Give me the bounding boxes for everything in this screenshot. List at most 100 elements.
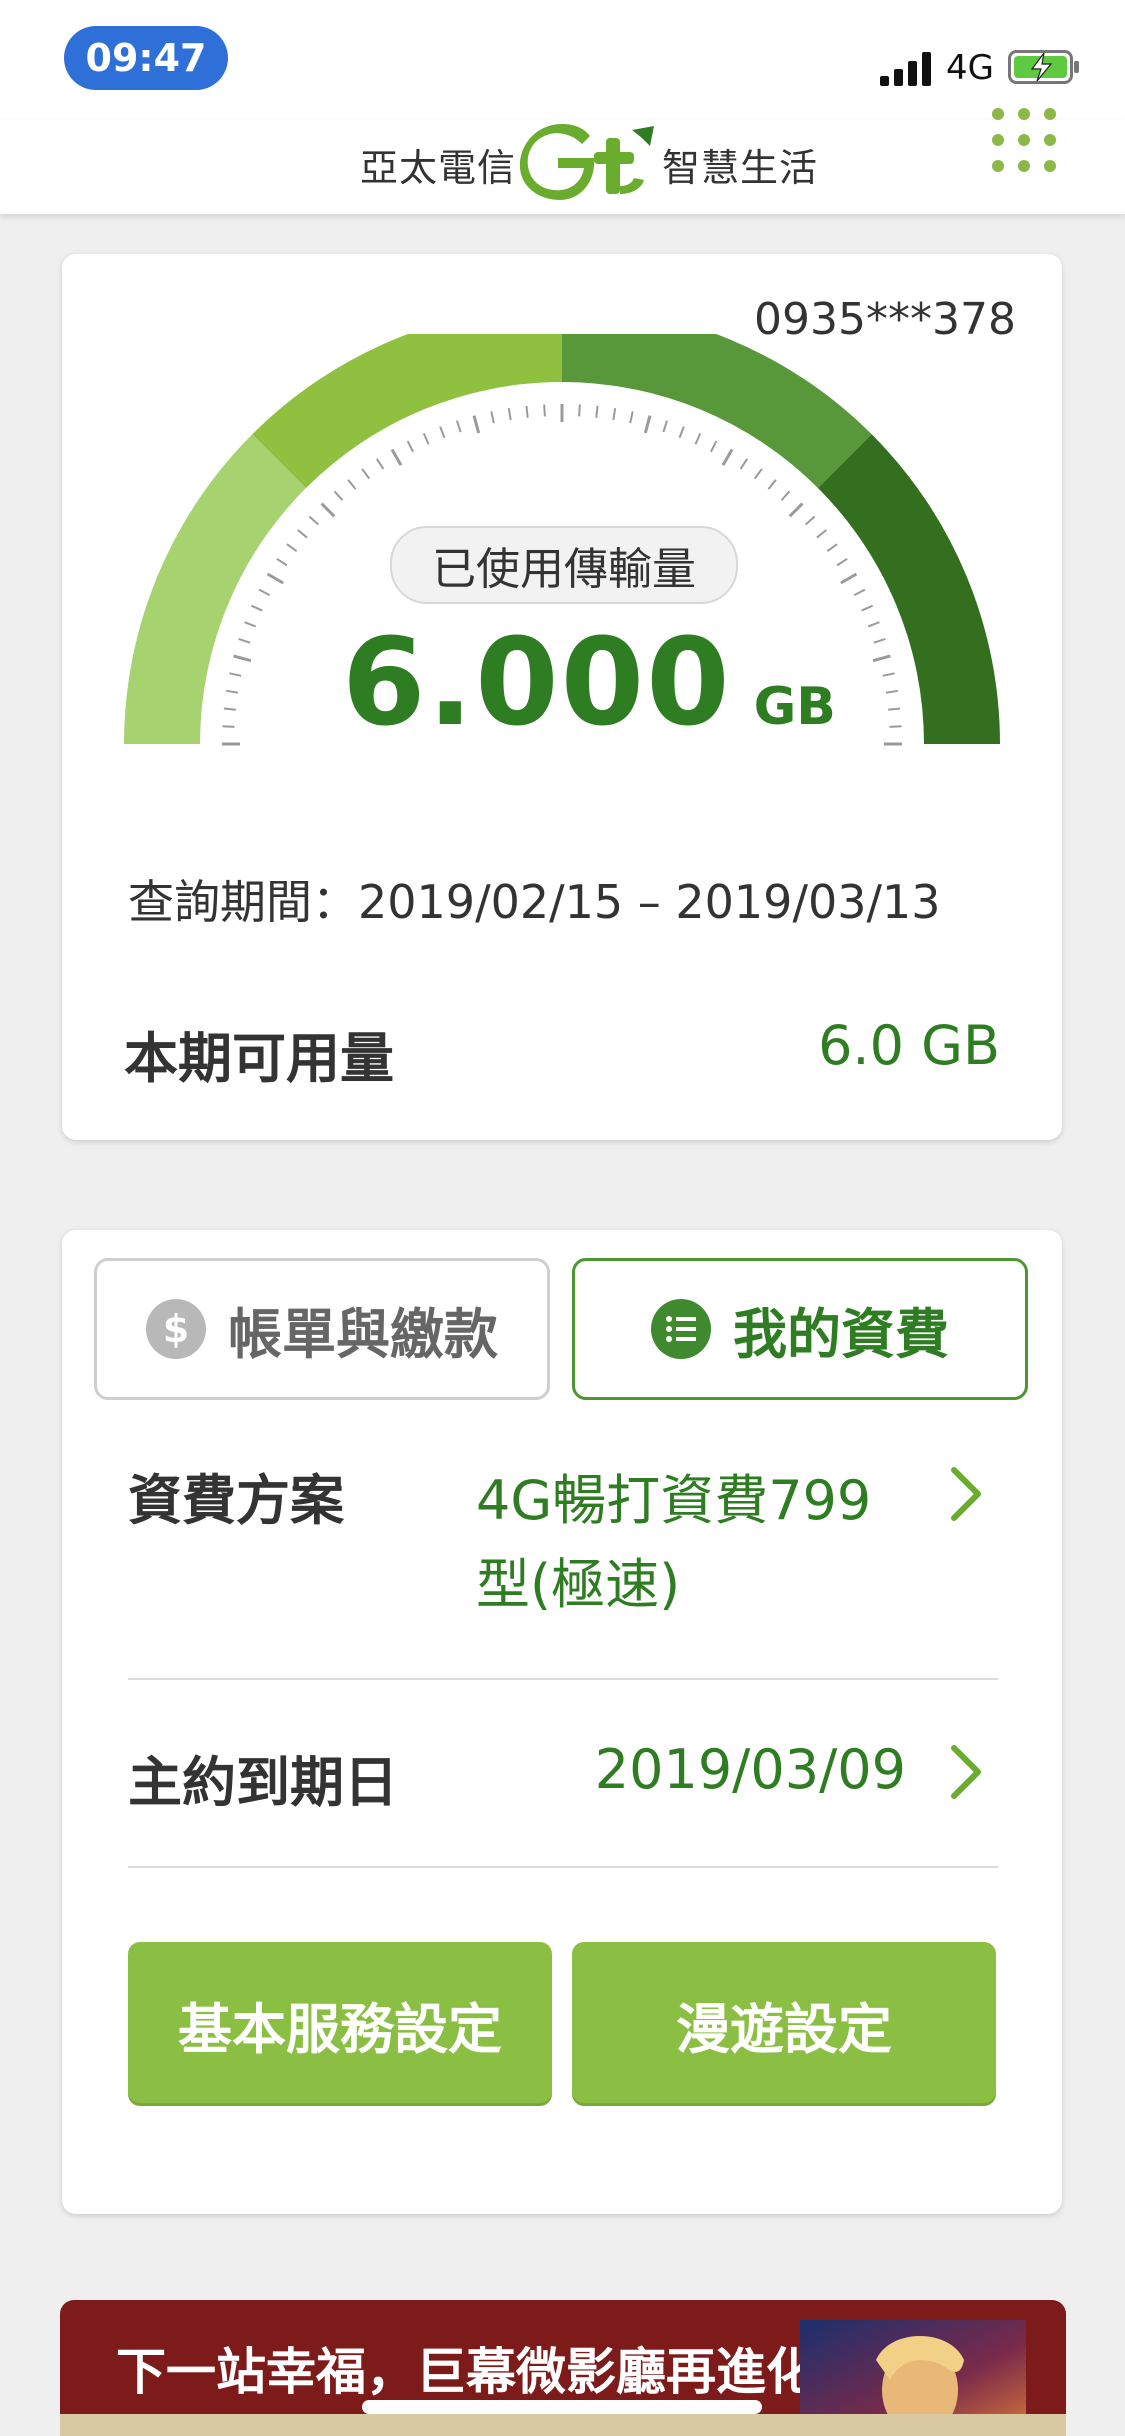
gauge-tick [889,725,902,728]
gauge-tick [226,689,239,694]
gauge-tick [767,479,777,490]
tab-billing-label: 帳單與繳款 [228,1302,498,1366]
gauge-tick [258,588,271,596]
gauge-tick [439,426,446,439]
gauge-tick [836,557,848,567]
gauge-tick [840,572,858,585]
contract-end-label: 主約到期日 [128,1751,398,1814]
contract-end-value[interactable]: 2019/03/09 [595,1738,906,1801]
gauge-tick [347,479,357,490]
signal-icon [880,52,931,86]
gauge-tick [595,405,599,418]
gauge-tick [662,420,669,433]
gauge-tick [233,654,252,663]
dollar-icon: $ [146,1299,206,1359]
brand-right-text: 智慧生活 [662,145,819,190]
used-label: 已使用傳輸量 [390,526,738,604]
gauge-tick [888,707,901,711]
tab-my-plan-label: 我的資費 [733,1302,949,1366]
gauge-tick [578,404,581,417]
gauge-tick [882,672,895,677]
used-unit: GB [753,677,836,737]
gauge-tick [390,448,403,466]
divider [128,1866,998,1868]
gauge-tick [266,572,284,585]
tab-my-plan[interactable]: 我的資費 [572,1258,1028,1400]
gauge-tick [375,458,385,470]
gauge-tick [223,707,236,711]
svg-text:$: $ [163,1307,189,1351]
gauge-tick [276,557,288,567]
status-time: 09:47 [64,26,228,90]
chevron-right-icon[interactable] [946,1464,986,1524]
gauge-tick [788,502,804,518]
gauge-tick [238,637,251,644]
plan-name-value-line2[interactable]: 型(極速) [476,1540,680,1619]
plan-name-label: 資費方案 [128,1469,344,1532]
gauge-tick [422,432,430,445]
brand-left-text: 亞太電信 [360,145,517,190]
gauge-tick [472,415,481,434]
gauge-tick [308,515,319,526]
gauge-tick [872,654,891,663]
grid-menu-icon[interactable] [992,108,1056,172]
gauge-tick [710,440,718,453]
gauge-segment [817,434,1000,744]
status-bar: 09:47 4G [0,0,1125,120]
gauge-tick [361,468,371,480]
list-icon [651,1299,711,1359]
used-amount: 6.000 GB [342,614,836,764]
gauge-tick [320,502,336,518]
gauge-segment [562,334,872,489]
gauge-tick [643,415,652,434]
roaming-settings-button[interactable]: 漫遊設定 [572,1942,996,2106]
banner-strip [60,2414,1066,2436]
gauge-tick [244,621,257,628]
gauge-tick [286,543,298,553]
plan-name-value-line1[interactable]: 4G暢打資費799 [476,1456,871,1535]
chevron-right-icon[interactable] [946,1742,986,1802]
gauge-tick [333,490,344,501]
gauge-tick [455,420,462,433]
query-period: 查詢期間：2019/02/15 – 2019/03/13 [128,875,941,929]
gauge-tick [525,405,529,418]
gauge-tick [507,408,512,421]
brand-logo: 亞太電信 智慧生活 [360,124,818,204]
available-label: 本期可用量 [124,1027,394,1090]
gauge-tick [629,411,634,424]
gauge-tick [826,543,838,553]
battery-charging-icon [1008,50,1079,84]
gauge-tick [721,448,734,466]
gauge-tick [885,689,898,694]
gauge-tick [250,604,263,612]
home-indicator[interactable] [362,2400,762,2414]
divider [128,1678,998,1680]
gauge-tick [612,408,617,421]
gauge-tick [297,529,308,539]
gauge-tick [805,515,816,526]
basic-service-settings-button[interactable]: 基本服務設定 [128,1942,552,2106]
gauge-tick [694,432,702,445]
gauge-tick [853,588,866,596]
gauge-tick [867,621,880,628]
usage-card: 0935***378 已使用傳輸量 6.000 GB 查詢期間：2019/02/… [62,254,1062,1140]
gauge-tick [406,440,414,453]
network-type: 4G [946,48,994,88]
gt-logo-icon [520,124,655,200]
gauge-tick [753,468,763,480]
gauge-tick [229,672,242,677]
app-header: 亞太電信 智慧生活 [0,120,1125,214]
gauge-tick [490,411,495,424]
gauge-segment [252,334,562,489]
banner-text: 下一站幸福，巨幕微影廳再進化 [116,2343,816,2401]
gauge-tick [873,637,886,644]
gauge-segment [124,434,307,744]
promo-banner[interactable]: 下一站幸福，巨幕微影廳再進化 [60,2300,1066,2436]
tab-billing[interactable]: $ 帳單與繳款 [94,1258,550,1400]
gauge-tick [222,725,235,728]
gauge-tick [780,490,791,501]
gauge-tick [816,529,827,539]
used-number: 6.000 [342,614,732,753]
plan-card: $ 帳單與繳款 我的資費 資費方案 4G暢打資費799 型(極速) 主約到期日 … [62,1230,1062,2214]
gauge-tick [678,426,685,439]
